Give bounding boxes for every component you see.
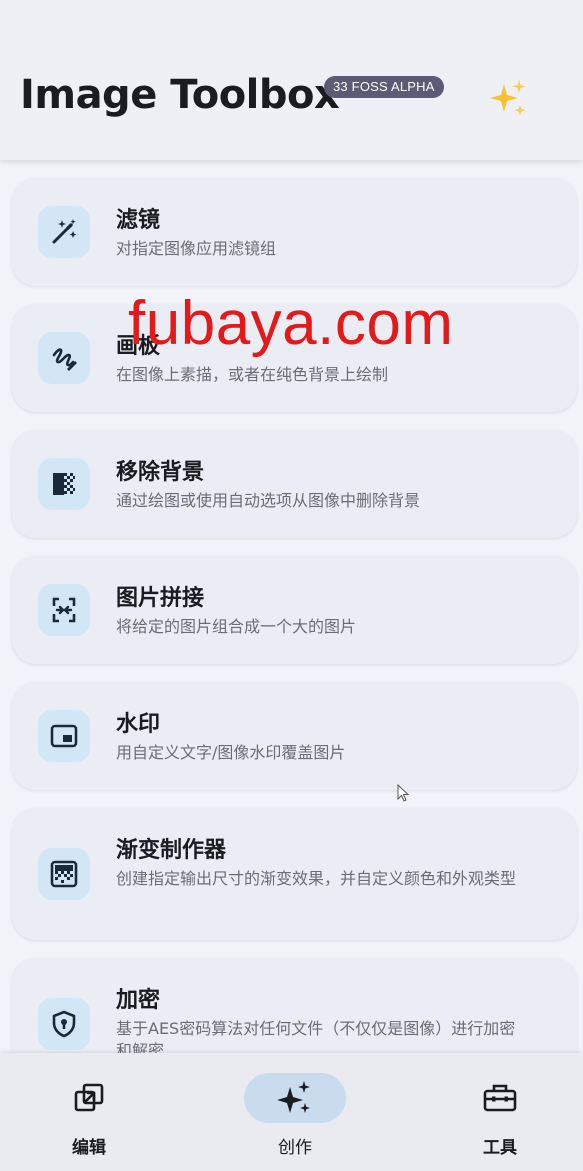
app-title: Image Toolbox	[20, 72, 340, 118]
app-screen: Image Toolbox 33 FOSS ALPHA 滤镜 对指定图像应用滤镜…	[0, 0, 583, 1171]
top-app-bar: Image Toolbox 33 FOSS ALPHA	[0, 0, 583, 160]
shield-key-icon	[38, 998, 90, 1050]
tool-description: 对指定图像应用滤镜组	[116, 239, 277, 258]
edit-open-icon	[74, 1083, 104, 1112]
watermark-text: fubaya.com	[128, 289, 454, 358]
tool-description: 基于AES密码算法对任何文件（不仅仅是图像）进行加密和解密	[116, 1019, 516, 1053]
tool-card-remove-background[interactable]: 移除背景 通过绘图或使用自动选项从图像中删除背景	[12, 430, 577, 538]
tool-description: 将给定的图片组合成一个大的图片	[116, 617, 357, 636]
nav-item-create[interactable]: 创作	[235, 1073, 355, 1163]
nav-item-edit[interactable]: 编辑	[29, 1073, 149, 1163]
bottom-navigation: 编辑 创作 工具	[0, 1053, 583, 1171]
draw-icon	[38, 332, 90, 384]
tool-description: 在图像上素描，或者在纯色背景上绘制	[116, 365, 389, 384]
nav-item-tools[interactable]: 工具	[440, 1073, 560, 1163]
tool-title: 图片拼接	[116, 586, 205, 611]
magic-wand-icon	[38, 206, 90, 258]
gradient-icon	[38, 848, 90, 900]
sparkles-icon	[277, 1081, 310, 1113]
tool-description: 创建指定输出尺寸的渐变效果，并自定义颜色和外观类型	[116, 869, 517, 888]
nav-pill-active	[244, 1073, 346, 1123]
tool-description: 用自定义文字/图像水印覆盖图片	[116, 743, 346, 762]
toolbox-icon	[483, 1084, 517, 1112]
version-badge: 33 FOSS ALPHA	[324, 76, 444, 98]
sparkles-button[interactable]	[480, 72, 536, 128]
tool-card-filters[interactable]: 滤镜 对指定图像应用滤镜组	[12, 178, 577, 286]
watermark-icon	[38, 710, 90, 762]
remove-background-icon	[38, 458, 90, 510]
tool-title: 加密	[116, 988, 161, 1013]
nav-label: 编辑	[72, 1138, 106, 1158]
tool-title: 移除背景	[116, 460, 205, 485]
tool-card-watermark[interactable]: 水印 用自定义文字/图像水印覆盖图片	[12, 682, 577, 790]
tool-description: 通过绘图或使用自动选项从图像中删除背景	[116, 491, 421, 510]
tool-title: 水印	[116, 712, 161, 737]
stitch-icon	[38, 584, 90, 636]
nav-pill	[38, 1073, 140, 1123]
tool-card-gradient-maker[interactable]: 渐变制作器 创建指定输出尺寸的渐变效果，并自定义颜色和外观类型	[12, 808, 577, 940]
nav-label: 工具	[483, 1138, 517, 1158]
nav-label: 创作	[278, 1138, 312, 1158]
tool-title: 渐变制作器	[116, 838, 227, 863]
nav-pill	[449, 1073, 551, 1123]
tool-title: 滤镜	[116, 208, 161, 233]
tool-card-image-stitch[interactable]: 图片拼接 将给定的图片组合成一个大的图片	[12, 556, 577, 664]
tool-card-encryption[interactable]: 加密 基于AES密码算法对任何文件（不仅仅是图像）进行加密和解密	[12, 958, 577, 1053]
mouse-cursor-icon	[397, 784, 410, 802]
sparkles-icon	[490, 80, 526, 116]
